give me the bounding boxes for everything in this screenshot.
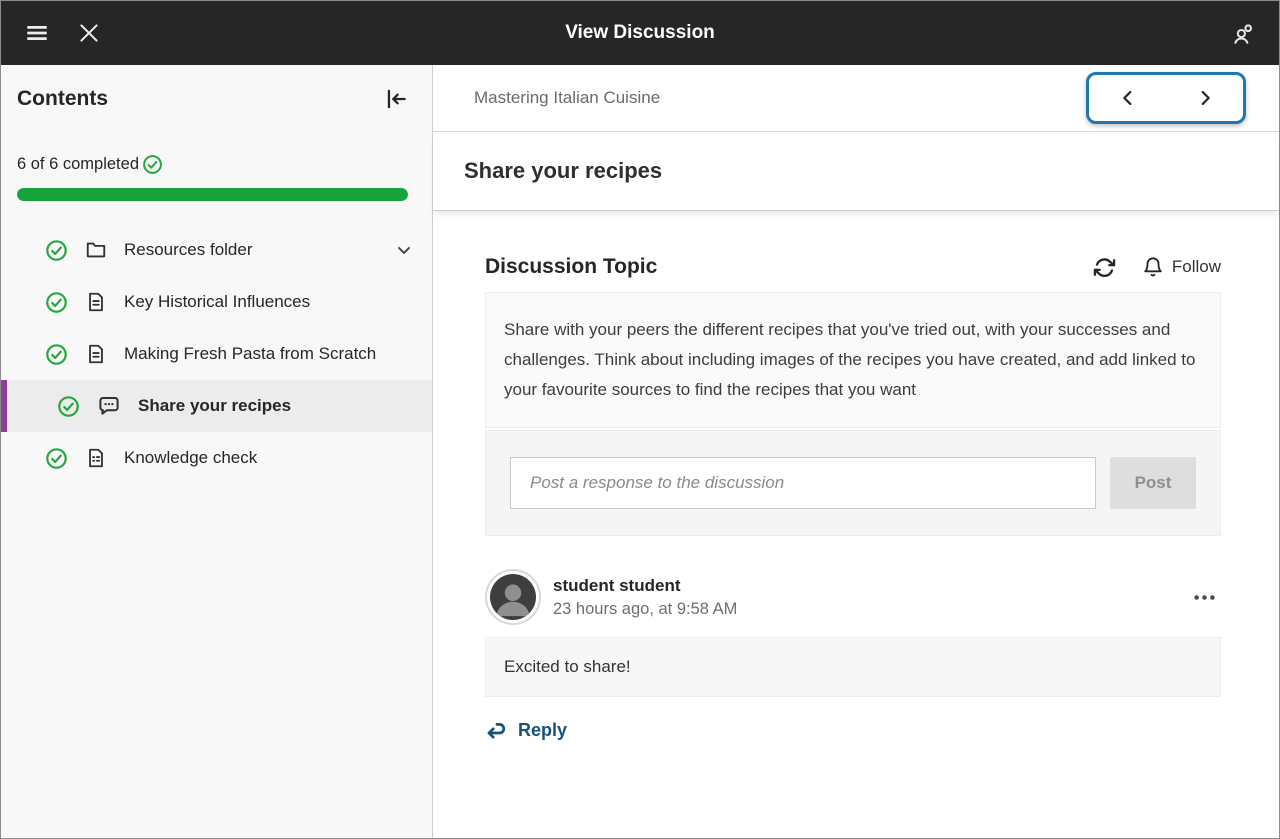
discussion-bubble-icon <box>97 394 121 418</box>
sidebar-item-resources-folder[interactable]: Resources folder <box>1 224 432 276</box>
reply-arrow-icon <box>485 718 509 742</box>
bell-icon <box>1142 256 1164 278</box>
contents-list: Resources folder Key Historical Influenc… <box>1 224 432 484</box>
check-circle-icon <box>45 447 68 470</box>
sidebar-header: Contents <box>1 65 432 132</box>
chevron-right-icon <box>1194 87 1216 109</box>
view-discussion-window: View Discussion Contents <box>0 0 1280 839</box>
people-icon <box>1230 20 1256 46</box>
refresh-button[interactable] <box>1093 256 1116 279</box>
sidebar-item-label: Resources folder <box>124 240 377 260</box>
progress-section: 6 of 6 completed <box>1 132 432 201</box>
course-header-row: Mastering Italian Cuisine <box>433 65 1279 132</box>
sidebar-item-making-fresh-pasta[interactable]: Making Fresh Pasta from Scratch <box>1 328 432 380</box>
discussion-topic-heading: Discussion Topic <box>485 255 1093 279</box>
chevron-down-icon[interactable] <box>394 240 414 260</box>
participants-button[interactable] <box>1223 13 1263 53</box>
next-content-button[interactable] <box>1166 75 1243 121</box>
quiz-document-icon <box>85 447 107 469</box>
document-icon <box>85 291 107 313</box>
post-author: student student <box>553 576 737 596</box>
sidebar-item-knowledge-check[interactable]: Knowledge check <box>1 432 432 484</box>
page-header-title: View Discussion <box>1 22 1279 44</box>
discussion-body: Discussion Topic Follow <box>433 211 1279 838</box>
response-input[interactable] <box>510 457 1096 509</box>
discussion-topic-description: Share with your peers the different reci… <box>485 292 1221 428</box>
person-silhouette-icon <box>490 574 536 620</box>
avatar <box>485 569 541 625</box>
follow-button[interactable]: Follow <box>1142 256 1221 278</box>
previous-content-button[interactable] <box>1089 75 1166 121</box>
check-circle-icon <box>57 395 80 418</box>
close-icon <box>76 20 102 46</box>
refresh-icon <box>1093 256 1116 279</box>
page-title-row: Share your recipes <box>433 132 1279 211</box>
main-panel: Mastering Italian Cuisine Share y <box>433 65 1279 838</box>
post-header: student student 23 hours ago, at 9:58 AM <box>485 569 1221 625</box>
sidebar-title: Contents <box>17 87 380 111</box>
sidebar-item-key-historical-influences[interactable]: Key Historical Influences <box>1 276 432 328</box>
sidebar-item-label: Making Fresh Pasta from Scratch <box>124 344 414 364</box>
folder-icon <box>85 239 107 261</box>
sidebar-item-label: Share your recipes <box>138 396 414 416</box>
document-icon <box>85 343 107 365</box>
post-options-button[interactable] <box>1187 582 1221 612</box>
check-circle-icon <box>45 239 68 262</box>
ellipsis-icon <box>1191 584 1218 611</box>
sidebar-item-share-your-recipes[interactable]: Share your recipes <box>1 380 432 432</box>
content-pager <box>1086 72 1246 124</box>
collapse-panel-button[interactable] <box>380 83 412 115</box>
progress-bar-fill <box>17 188 408 201</box>
follow-label: Follow <box>1172 257 1221 277</box>
discussion-post: student student 23 hours ago, at 9:58 AM… <box>485 569 1221 747</box>
sidebar-item-label: Knowledge check <box>124 448 414 468</box>
hamburger-icon <box>24 20 50 46</box>
check-circle-icon <box>142 154 163 175</box>
contents-sidebar: Contents 6 of 6 completed <box>1 65 433 838</box>
top-bar: View Discussion <box>1 1 1279 65</box>
post-timestamp: 23 hours ago, at 9:58 AM <box>553 600 737 619</box>
check-circle-icon <box>45 291 68 314</box>
reply-button[interactable]: Reply <box>485 718 567 742</box>
sidebar-item-label: Key Historical Influences <box>124 292 414 312</box>
post-message: Excited to share! <box>485 637 1221 697</box>
post-button[interactable]: Post <box>1110 457 1196 509</box>
progress-bar <box>17 188 408 201</box>
respond-card: Post <box>485 430 1221 536</box>
topic-header: Discussion Topic Follow <box>485 255 1221 279</box>
progress-label: 6 of 6 completed <box>17 155 139 174</box>
page-title: Share your recipes <box>464 158 662 184</box>
check-circle-icon <box>45 343 68 366</box>
chevron-left-icon <box>1117 87 1139 109</box>
course-title: Mastering Italian Cuisine <box>474 88 1086 108</box>
hamburger-menu-button[interactable] <box>17 13 57 53</box>
close-button[interactable] <box>69 13 109 53</box>
collapse-panel-icon <box>383 86 409 112</box>
reply-label: Reply <box>518 720 567 741</box>
